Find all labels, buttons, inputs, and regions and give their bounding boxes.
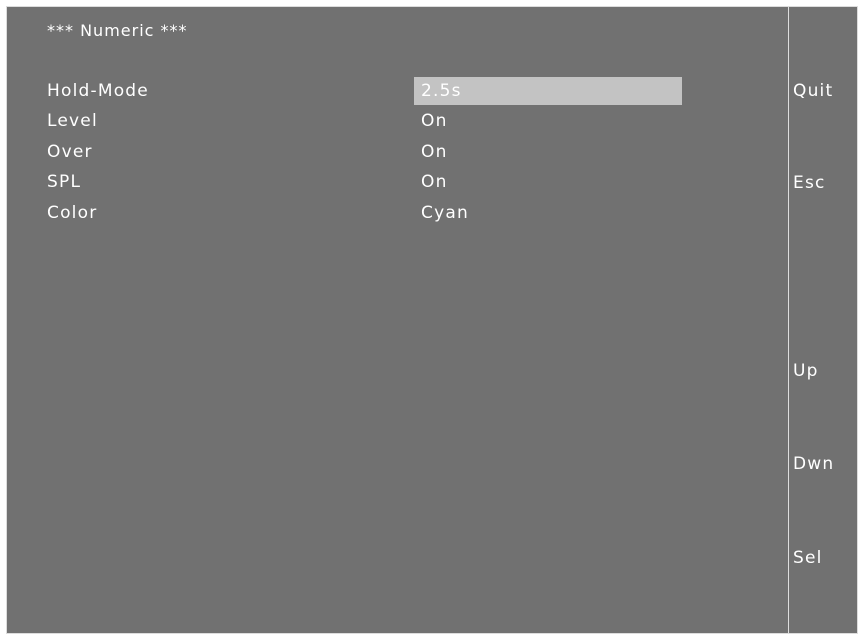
menu-item-level-label[interactable]: Level	[47, 111, 98, 131]
select-softkey[interactable]: Sel	[793, 548, 823, 568]
menu-item-hold-mode-value[interactable]: 2.5s	[414, 77, 682, 105]
menu-item-spl-value[interactable]: On	[421, 172, 448, 192]
quit-softkey[interactable]: Quit	[793, 81, 833, 101]
menu-item-spl-label[interactable]: SPL	[47, 172, 81, 192]
up-softkey[interactable]: Up	[793, 361, 819, 381]
esc-softkey[interactable]: Esc	[793, 173, 826, 193]
softkey-divider	[788, 7, 789, 633]
menu-item-level-value[interactable]: On	[421, 111, 448, 131]
menu-item-over-value[interactable]: On	[421, 142, 448, 162]
menu-item-hold-mode-label[interactable]: Hold-Mode	[47, 81, 149, 101]
menu-title: *** Numeric ***	[47, 21, 188, 40]
menu-item-over-label[interactable]: Over	[47, 142, 93, 162]
menu-item-color-value[interactable]: Cyan	[421, 203, 469, 223]
down-softkey[interactable]: Dwn	[793, 454, 834, 474]
menu-item-color-label[interactable]: Color	[47, 203, 97, 223]
menu-screen: *** Numeric *** Hold-Mode 2.5s Level On …	[6, 6, 858, 634]
